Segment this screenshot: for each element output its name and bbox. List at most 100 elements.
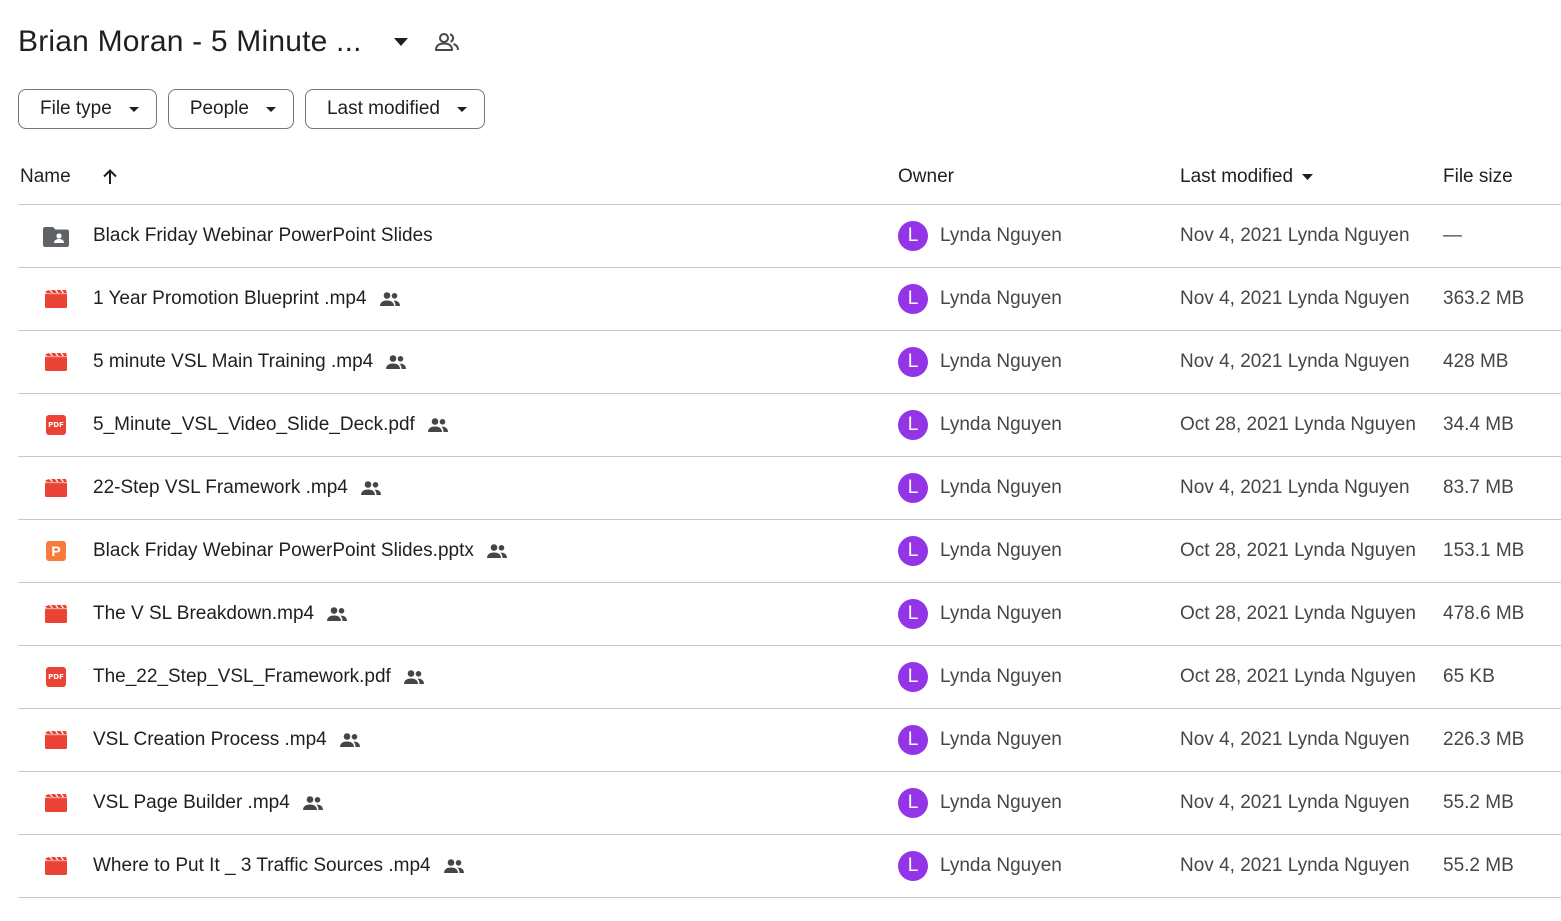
shared-people-icon bbox=[379, 291, 401, 307]
file-name-cell[interactable]: 5 minute VSL Main Training .mp4 bbox=[93, 331, 407, 393]
file-size-text: 363.2 MB bbox=[1443, 288, 1525, 309]
owner-cell: L Lynda Nguyen bbox=[898, 772, 1062, 834]
file-name: Where to Put It _ 3 Traffic Sources .mp4 bbox=[93, 855, 431, 876]
table-row[interactable]: 1 Year Promotion Blueprint .mp4 L Lynda Ng… bbox=[18, 268, 1561, 331]
last-modified-text: Nov 4, 2021 Lynda Nguyen bbox=[1180, 729, 1410, 750]
people-outline-icon[interactable] bbox=[430, 25, 464, 59]
owner-name: Lynda Nguyen bbox=[940, 666, 1062, 687]
last-modified-cell: Nov 4, 2021 Lynda Nguyen bbox=[1180, 205, 1410, 267]
shared-people-icon bbox=[360, 480, 382, 496]
video-file-icon bbox=[43, 772, 69, 834]
avatar: L bbox=[898, 221, 928, 251]
avatar: L bbox=[898, 851, 928, 881]
file-name-cell[interactable]: VSL Page Builder .mp4 bbox=[93, 772, 324, 834]
file-size-cell: 226.3 MB bbox=[1443, 709, 1524, 771]
last-modified-text: Nov 4, 2021 Lynda Nguyen bbox=[1180, 351, 1410, 372]
file-name-cell[interactable]: VSL Creation Process .mp4 bbox=[93, 709, 361, 771]
file-size-cell: 83.7 MB bbox=[1443, 457, 1514, 519]
owner-name: Lynda Nguyen bbox=[940, 477, 1062, 498]
shared-people-icon bbox=[427, 417, 449, 433]
column-header-owner[interactable]: Owner bbox=[898, 150, 954, 204]
last-modified-text: Nov 4, 2021 Lynda Nguyen bbox=[1180, 225, 1410, 246]
file-name-cell[interactable]: 22-Step VSL Framework .mp4 bbox=[93, 457, 382, 519]
arrow-drop-down-icon bbox=[128, 106, 140, 113]
table-row[interactable]: The V SL Breakdown.mp4 L Lynda Nguyen Oct 2… bbox=[18, 583, 1561, 646]
file-size-text: 55.2 MB bbox=[1443, 792, 1514, 813]
table-row[interactable]: VSL Creation Process .mp4 L Lynda Nguyen No… bbox=[18, 709, 1561, 772]
file-size-text: — bbox=[1443, 225, 1462, 246]
file-name: Black Friday Webinar PowerPoint Slides.p… bbox=[93, 540, 474, 561]
video-file-icon bbox=[43, 457, 69, 519]
file-size-cell: 34.4 MB bbox=[1443, 394, 1514, 456]
owner-cell: L Lynda Nguyen bbox=[898, 646, 1062, 708]
column-header-file-size[interactable]: File size bbox=[1443, 150, 1513, 204]
filter-last-modified[interactable]: Last modified bbox=[304, 89, 485, 129]
table-row[interactable]: Where to Put It _ 3 Traffic Sources .mp4… bbox=[18, 835, 1561, 898]
file-name-cell[interactable]: Where to Put It _ 3 Traffic Sources .mp4 bbox=[93, 835, 465, 897]
last-modified-text: Nov 4, 2021 Lynda Nguyen bbox=[1180, 288, 1410, 309]
avatar: L bbox=[898, 347, 928, 377]
file-size-text: 55.2 MB bbox=[1443, 855, 1514, 876]
owner-cell: L Lynda Nguyen bbox=[898, 205, 1062, 267]
file-name-cell[interactable]: Black Friday Webinar PowerPoint Slides bbox=[93, 205, 433, 267]
file-size-cell: 363.2 MB bbox=[1443, 268, 1524, 330]
file-name-cell[interactable]: Black Friday Webinar PowerPoint Slides.p… bbox=[93, 520, 508, 582]
table-row[interactable]: PDF 5_Minute_VSL_Video_Slide_Deck.pdf L Lyn… bbox=[18, 394, 1561, 457]
table-row[interactable]: PDF The_22_Step_VSL_Framework.pdf L Lynda N… bbox=[18, 646, 1561, 709]
last-modified-cell: Nov 4, 2021 Lynda Nguyen bbox=[1180, 457, 1410, 519]
filter-label: File type bbox=[40, 98, 112, 119]
last-modified-cell: Oct 28, 2021 Lynda Nguyen bbox=[1180, 646, 1416, 708]
file-size-text: 83.7 MB bbox=[1443, 477, 1514, 498]
file-name-cell[interactable]: The_22_Step_VSL_Framework.pdf bbox=[93, 646, 425, 708]
avatar: L bbox=[898, 599, 928, 629]
pdf-file-icon: PDF bbox=[43, 646, 69, 708]
table-row[interactable]: Black Friday Webinar PowerPoint Slides L L… bbox=[18, 205, 1561, 268]
table-row[interactable]: P Black Friday Webinar PowerPoint Slides.… bbox=[18, 520, 1561, 583]
file-size-cell: 55.2 MB bbox=[1443, 835, 1514, 897]
owner-name: Lynda Nguyen bbox=[940, 855, 1062, 876]
folder-header: Brian Moran - 5 Minute ... bbox=[18, 18, 464, 66]
file-name-cell[interactable]: The V SL Breakdown.mp4 bbox=[93, 583, 348, 645]
file-name-cell[interactable]: 5_Minute_VSL_Video_Slide_Deck.pdf bbox=[93, 394, 449, 456]
last-modified-text: Nov 4, 2021 Lynda Nguyen bbox=[1180, 855, 1410, 876]
file-size-cell: 478.6 MB bbox=[1443, 583, 1524, 645]
filter-bar: File type People Last modified bbox=[18, 89, 485, 129]
powerpoint-file-icon: P bbox=[43, 520, 69, 582]
pdf-file-icon: PDF bbox=[43, 394, 69, 456]
table-row[interactable]: VSL Page Builder .mp4 L Lynda Nguyen Nov 4,… bbox=[18, 772, 1561, 835]
file-name: 5_Minute_VSL_Video_Slide_Deck.pdf bbox=[93, 414, 415, 435]
owner-cell: L Lynda Nguyen bbox=[898, 520, 1062, 582]
column-label: File size bbox=[1443, 166, 1513, 187]
last-modified-cell: Oct 28, 2021 Lynda Nguyen bbox=[1180, 583, 1416, 645]
table-row[interactable]: 22-Step VSL Framework .mp4 L Lynda Nguyen N… bbox=[18, 457, 1561, 520]
arrow-drop-down-icon[interactable] bbox=[386, 27, 416, 57]
table-row[interactable]: 5 minute VSL Main Training .mp4 L Lynda Ng… bbox=[18, 331, 1561, 394]
avatar: L bbox=[898, 725, 928, 755]
last-modified-cell: Nov 4, 2021 Lynda Nguyen bbox=[1180, 709, 1410, 771]
filter-file-type[interactable]: File type bbox=[18, 89, 157, 129]
owner-name: Lynda Nguyen bbox=[940, 540, 1062, 561]
column-label: Name bbox=[20, 166, 71, 187]
file-list: Black Friday Webinar PowerPoint Slides L L… bbox=[18, 205, 1561, 898]
file-name: 5 minute VSL Main Training .mp4 bbox=[93, 351, 374, 372]
arrow-drop-down-icon bbox=[1301, 173, 1314, 181]
last-modified-cell: Oct 28, 2021 Lynda Nguyen bbox=[1180, 520, 1416, 582]
file-name-cell[interactable]: 1 Year Promotion Blueprint .mp4 bbox=[93, 268, 401, 330]
owner-cell: L Lynda Nguyen bbox=[898, 457, 1062, 519]
arrow-upward-icon[interactable] bbox=[101, 168, 119, 186]
file-name: The_22_Step_VSL_Framework.pdf bbox=[93, 666, 391, 687]
owner-name: Lynda Nguyen bbox=[940, 351, 1062, 372]
owner-cell: L Lynda Nguyen bbox=[898, 709, 1062, 771]
video-file-icon bbox=[43, 709, 69, 771]
owner-name: Lynda Nguyen bbox=[940, 414, 1062, 435]
shared-people-icon bbox=[302, 795, 324, 811]
filter-people[interactable]: People bbox=[167, 89, 294, 129]
file-size-text: 153.1 MB bbox=[1443, 540, 1525, 561]
owner-cell: L Lynda Nguyen bbox=[898, 583, 1062, 645]
folder-title[interactable]: Brian Moran - 5 Minute ... bbox=[18, 25, 362, 59]
owner-cell: L Lynda Nguyen bbox=[898, 331, 1062, 393]
avatar: L bbox=[898, 284, 928, 314]
file-size-cell: — bbox=[1443, 205, 1462, 267]
column-header-name[interactable]: Name bbox=[20, 150, 119, 204]
column-header-last-modified[interactable]: Last modified bbox=[1180, 150, 1314, 204]
